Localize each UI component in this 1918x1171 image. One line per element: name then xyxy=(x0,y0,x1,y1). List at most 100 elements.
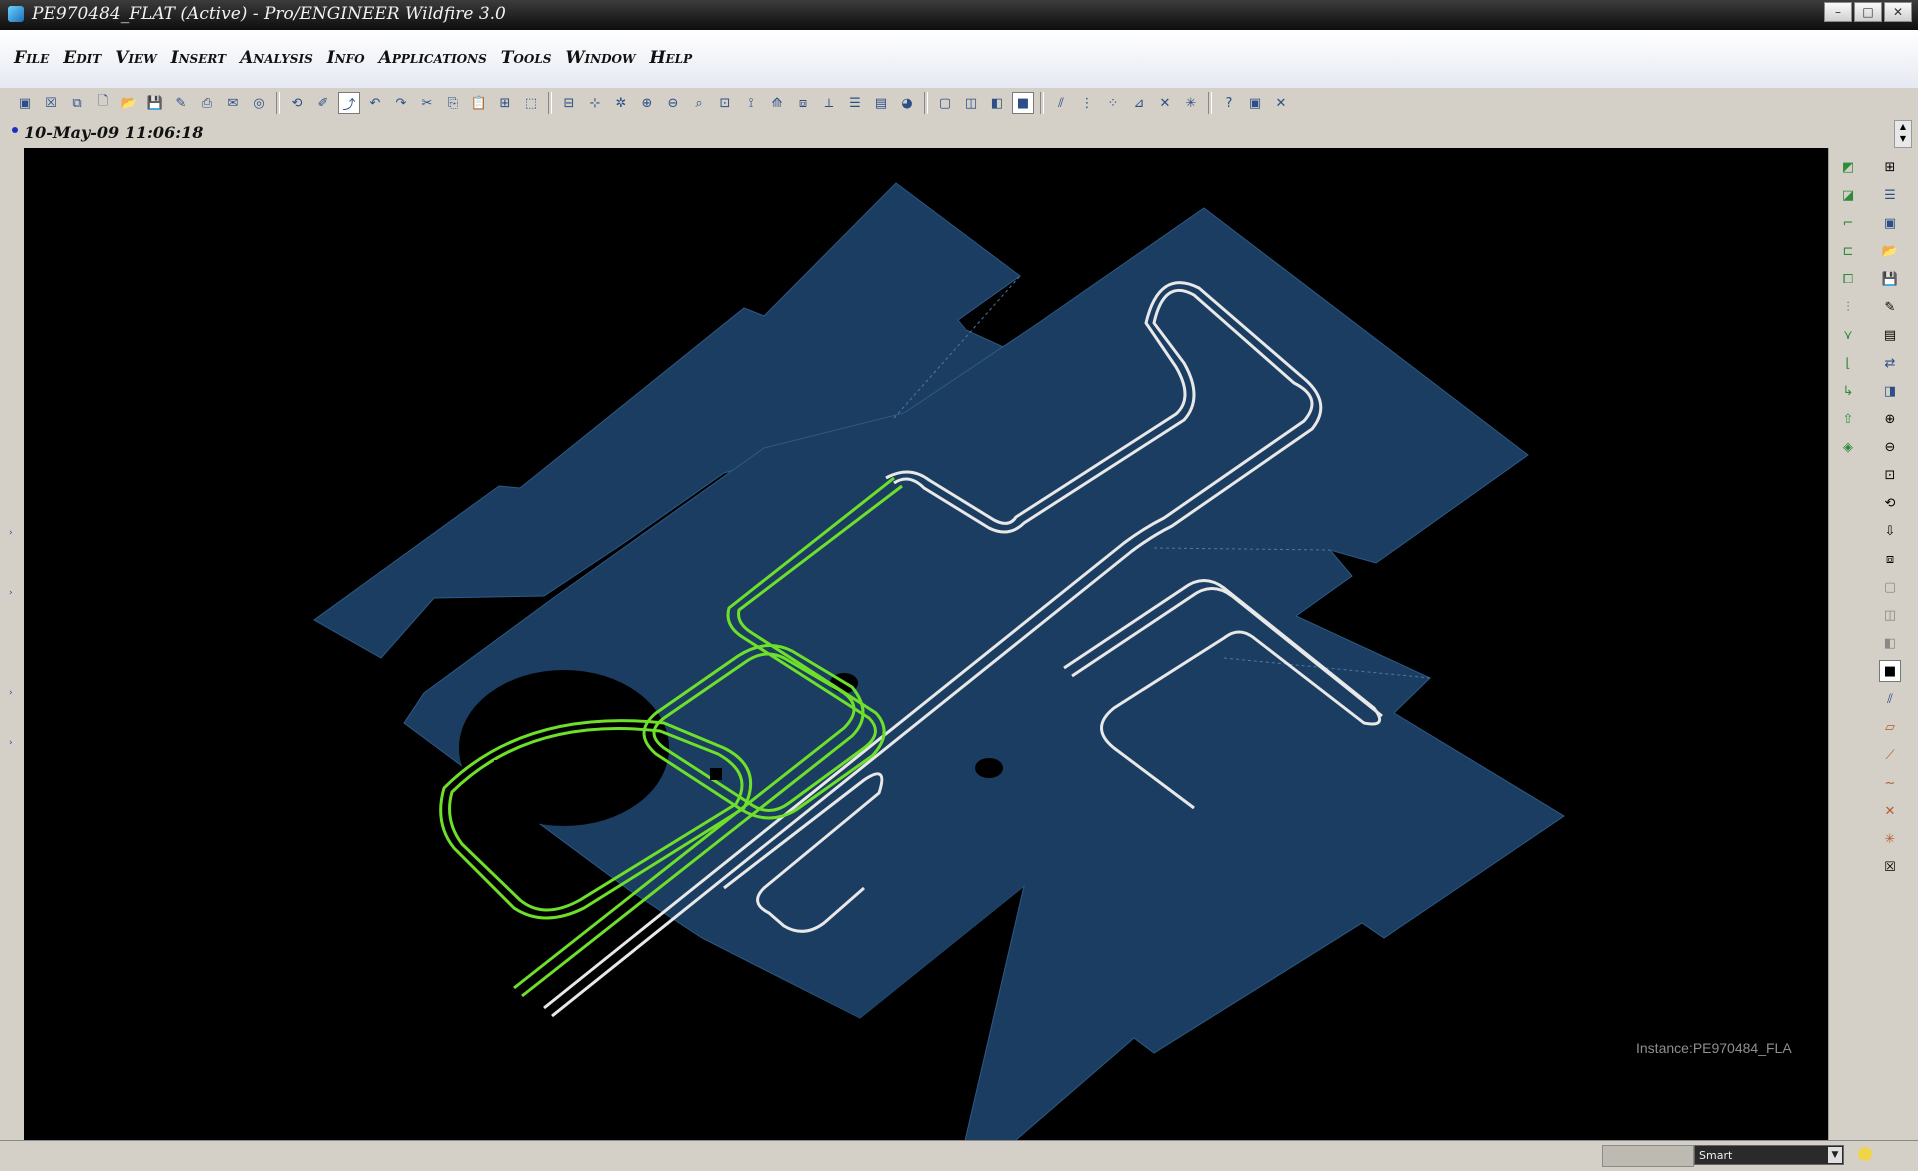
datum-axes-toggle-icon[interactable]: ⋮ xyxy=(1076,92,1098,114)
refit-icon[interactable]: ⊡ xyxy=(1879,464,1901,486)
zoom-in-icon[interactable]: ⊕ xyxy=(1879,408,1901,430)
paste-icon[interactable]: 📋 xyxy=(468,92,490,114)
model-tree-icon[interactable]: ⊟ xyxy=(558,92,580,114)
connections-icon[interactable]: ⊹ xyxy=(584,92,606,114)
maximize-button[interactable]: □ xyxy=(1854,2,1882,22)
close-icon[interactable]: ✕ xyxy=(1270,92,1292,114)
menu-edit[interactable]: Edit xyxy=(63,48,101,68)
merge-wall-icon[interactable]: ⧠ xyxy=(1837,268,1859,290)
find-icon[interactable]: ⊞ xyxy=(494,92,516,114)
save-icon[interactable]: 💾 xyxy=(1879,268,1901,290)
menu-analysis[interactable]: Analysis xyxy=(240,48,313,68)
wireframe-icon[interactable]: ▢ xyxy=(1879,576,1901,598)
shading-icon[interactable]: ■ xyxy=(1879,660,1901,682)
new-window-icon-2[interactable]: ▣ xyxy=(1244,92,1266,114)
email-icon[interactable]: ✉ xyxy=(222,92,244,114)
saved-views-icon[interactable]: ⟟ xyxy=(740,92,762,114)
select-box-icon[interactable]: ⬚ xyxy=(520,92,542,114)
cut-icon[interactable]: ✂ xyxy=(416,92,438,114)
expand-arrow-icon[interactable]: › xyxy=(9,588,13,598)
bulb-icon[interactable] xyxy=(1858,1147,1872,1161)
regenerate-icon[interactable]: ⟲ xyxy=(286,92,308,114)
point-display-icon[interactable]: ✕ xyxy=(1154,92,1176,114)
wireframe-icon[interactable]: ▢ xyxy=(934,92,956,114)
bend-back-icon[interactable]: ↳ xyxy=(1837,380,1859,402)
menu-insert[interactable]: Insert xyxy=(171,48,226,68)
shading-icon[interactable]: ■ xyxy=(1012,92,1034,114)
appearance-icon[interactable]: ◕ xyxy=(896,92,918,114)
no-hidden-icon[interactable]: ◧ xyxy=(1879,632,1901,654)
datum-axis-icon[interactable]: ⟋ xyxy=(1879,744,1901,766)
datum-planes-icon[interactable]: ⫽ xyxy=(1879,688,1901,710)
flat-wall-icon[interactable]: ◪ xyxy=(1837,184,1859,206)
close-icon[interactable]: ☒ xyxy=(1879,856,1901,878)
menu-file[interactable]: File xyxy=(14,48,49,68)
coordinate-system-icon[interactable]: ⟂ xyxy=(818,92,840,114)
zoom-out-icon[interactable]: ⊖ xyxy=(662,92,684,114)
save-icon[interactable]: 💾 xyxy=(144,92,166,114)
unbend-icon[interactable]: ⌊ xyxy=(1837,352,1859,374)
redo-icon[interactable]: ↷ xyxy=(390,92,412,114)
expand-arrow-icon[interactable]: › xyxy=(9,688,13,698)
print-icon[interactable]: ⎙ xyxy=(196,92,218,114)
find-icon[interactable]: ⊞ xyxy=(1879,156,1901,178)
selection-filter-select[interactable]: Smart ▼ xyxy=(1694,1145,1844,1165)
hidden-line-icon[interactable]: ◫ xyxy=(1879,604,1901,626)
rip-icon[interactable]: ⫶ xyxy=(1837,296,1859,318)
open-icon[interactable]: 📂 xyxy=(118,92,140,114)
flange-wall-icon[interactable]: ⌐ xyxy=(1837,212,1859,234)
menu-view[interactable]: View xyxy=(115,48,156,68)
csys-toggle-icon[interactable]: ⊿ xyxy=(1128,92,1150,114)
message-scrollbar[interactable]: ▲ ▼ xyxy=(1894,120,1912,148)
layers-icon[interactable]: ☰ xyxy=(844,92,866,114)
sketch-view-icon[interactable]: ◨ xyxy=(1879,380,1901,402)
capture-icon[interactable]: ◎ xyxy=(248,92,270,114)
datum-plane-icon[interactable]: ▱ xyxy=(1879,716,1901,738)
edit-icon[interactable]: ✎ xyxy=(1879,296,1901,318)
orient-icon[interactable]: ⟰ xyxy=(766,92,788,114)
zoom-in-icon[interactable]: ⊕ xyxy=(636,92,658,114)
unattached-wall-icon[interactable]: ⊏ xyxy=(1837,240,1859,262)
window-icon[interactable]: ▣ xyxy=(1879,212,1901,234)
menu-help[interactable]: Help xyxy=(649,48,692,68)
spin-center-icon[interactable]: ✲ xyxy=(610,92,632,114)
orient-icon[interactable]: ⇩ xyxy=(1879,520,1901,542)
graphics-window[interactable]: Instance:PE970484_FLA xyxy=(24,148,1828,1140)
undo-icon[interactable]: ↶ xyxy=(364,92,386,114)
menu-tools[interactable]: Tools xyxy=(501,48,552,68)
new-window-icon[interactable]: ▣ xyxy=(14,92,36,114)
expand-arrow-icon[interactable]: › xyxy=(9,738,13,748)
spin-toggle-icon[interactable]: ✳ xyxy=(1180,92,1202,114)
reorient-icon[interactable]: ⟲ xyxy=(1879,492,1901,514)
menu-info[interactable]: Info xyxy=(327,48,365,68)
saved-views-icon[interactable]: ⧈ xyxy=(1879,548,1901,570)
app-icon[interactable] xyxy=(8,6,24,22)
chevron-down-icon[interactable]: ▼ xyxy=(1828,1147,1842,1163)
refit-icon[interactable]: ⌕ xyxy=(688,92,710,114)
relations-icon[interactable]: ⇄ xyxy=(1879,352,1901,374)
copy-icon[interactable]: ⎘ xyxy=(442,92,464,114)
flatten-icon[interactable]: ⇧ xyxy=(1837,408,1859,430)
zoom-out-icon[interactable]: ⊖ xyxy=(1879,436,1901,458)
form-icon[interactable]: ◈ xyxy=(1837,436,1859,458)
expand-arrow-icon[interactable]: › xyxy=(9,528,13,538)
menu-window[interactable]: Window xyxy=(565,48,635,68)
menu-applications[interactable]: Applications xyxy=(379,48,487,68)
csys-icon[interactable]: ✳ xyxy=(1879,828,1901,850)
datum-curve-icon[interactable]: ∼ xyxy=(1879,772,1901,794)
table-icon[interactable]: ▤ xyxy=(1879,324,1901,346)
no-hidden-icon[interactable]: ◧ xyxy=(986,92,1008,114)
datum-display-icon[interactable]: ⧈ xyxy=(792,92,814,114)
sketch-tool-active-icon[interactable]: ⤴ xyxy=(338,92,360,114)
view-manager-icon[interactable]: ▤ xyxy=(870,92,892,114)
datum-point-icon[interactable]: ✕ xyxy=(1879,800,1901,822)
hidden-line-icon[interactable]: ◫ xyxy=(960,92,982,114)
datum-points-toggle-icon[interactable]: ⁘ xyxy=(1102,92,1124,114)
close-button[interactable]: ✕ xyxy=(1884,2,1912,22)
new-file-icon[interactable]: 🗋 xyxy=(92,92,114,114)
close-window-icon[interactable]: ☒ xyxy=(40,92,62,114)
erase-icon[interactable]: ⧉ xyxy=(66,92,88,114)
left-navigator-strip[interactable]: › › › › xyxy=(0,148,24,1140)
extrude-wall-icon[interactable]: ◩ xyxy=(1837,156,1859,178)
layers-icon[interactable]: ☰ xyxy=(1879,184,1901,206)
